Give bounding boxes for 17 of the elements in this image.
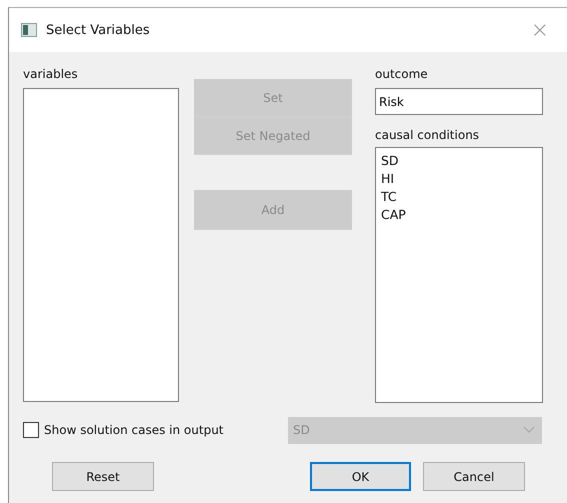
- checkbox-label[interactable]: Show solution cases in output: [44, 423, 288, 437]
- checkbox[interactable]: [23, 422, 39, 438]
- chevron-down-icon: [523, 426, 535, 434]
- cancel-button[interactable]: Cancel: [423, 462, 525, 491]
- list-item[interactable]: CAP: [381, 206, 537, 224]
- list-item[interactable]: HI: [381, 170, 537, 188]
- list-item[interactable]: TC: [381, 188, 537, 206]
- variables-label: variables: [23, 66, 79, 83]
- list-item[interactable]: SD: [381, 152, 537, 170]
- outcome-field[interactable]: Risk: [375, 88, 543, 115]
- window-icon: [21, 23, 37, 37]
- window-title: Select Variables: [46, 22, 150, 38]
- causal-conditions-label: causal conditions: [375, 127, 480, 144]
- causal-conditions-list[interactable]: SD HI TC CAP: [375, 147, 543, 403]
- reset-button[interactable]: Reset: [52, 462, 154, 491]
- outcome-label: outcome: [375, 66, 429, 83]
- ok-button[interactable]: OK: [310, 462, 411, 491]
